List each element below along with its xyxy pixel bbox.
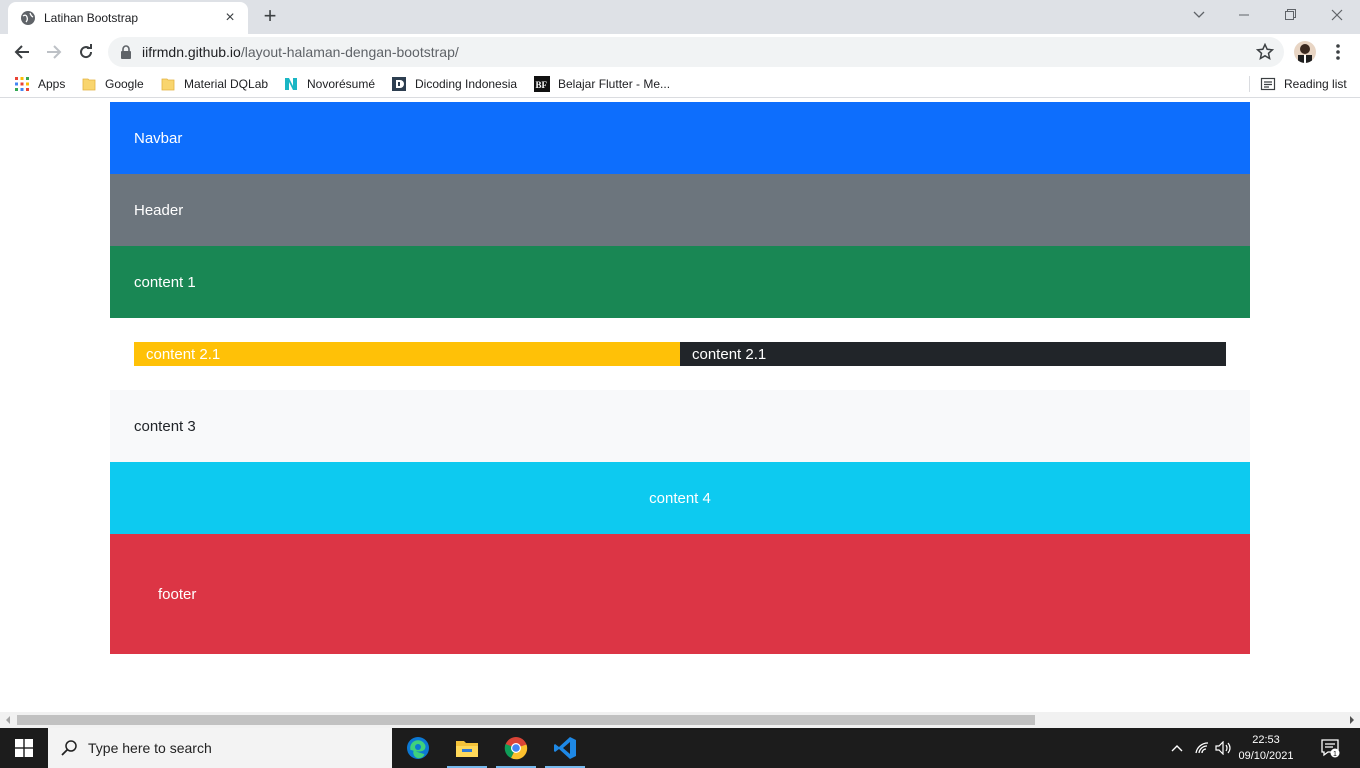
header-label: Header (134, 201, 184, 219)
bookmark-label: Material DQLab (184, 77, 269, 91)
new-tab-button[interactable]: + (258, 5, 282, 29)
bookmark-label: Novorésumé (307, 77, 376, 91)
content-1-label: content 1 (134, 273, 196, 291)
scroll-right-arrow-icon[interactable] (1348, 716, 1356, 724)
vscode-icon (554, 737, 576, 759)
restore-button[interactable] (1268, 0, 1314, 30)
bookmark-label: Dicoding Indonesia (415, 77, 518, 91)
content-2-left-column: content 2.1 (134, 342, 680, 366)
reading-list-button[interactable]: Reading list (1260, 74, 1347, 94)
windows-logo-icon (15, 739, 33, 757)
content-4-section: content 4 (110, 462, 1250, 534)
reload-button[interactable] (74, 40, 98, 64)
volume-button[interactable] (1214, 728, 1234, 768)
taskbar-file-explorer[interactable] (443, 728, 491, 768)
horizontal-scrollbar[interactable] (0, 712, 1360, 728)
taskbar-clock[interactable]: 22:53 09/10/2021 (1236, 732, 1296, 764)
svg-text:BF: BF (536, 80, 548, 90)
tab-search-icon[interactable] (1176, 0, 1222, 30)
search-icon (61, 740, 77, 756)
clock-time: 22:53 (1252, 734, 1280, 746)
scroll-left-arrow-icon[interactable] (4, 716, 12, 724)
tab-strip: Latihan Bootstrap × + (0, 0, 1360, 34)
address-bar[interactable]: iifrmdn.github.io/layout-halaman-dengan-… (108, 37, 1284, 67)
footer-section: footer (110, 534, 1250, 654)
url-host: iifrmdn.github.io (142, 44, 241, 60)
reading-list-label: Reading list (1284, 77, 1347, 91)
apps-grid-icon (15, 77, 29, 91)
forward-button[interactable] (42, 40, 66, 64)
show-hidden-icons-button[interactable] (1166, 728, 1188, 768)
content-3-section: content 3 (110, 390, 1250, 462)
taskbar-search-box[interactable]: Type here to search (48, 728, 392, 768)
content-4-label: content 4 (649, 489, 711, 507)
tab-title: Latihan Bootstrap (44, 11, 139, 25)
bookmark-google[interactable]: Google (81, 74, 144, 94)
bookmark-apps[interactable]: Apps (14, 74, 65, 94)
taskbar-chrome[interactable] (492, 728, 540, 768)
bookmark-star-icon[interactable] (1256, 43, 1274, 61)
content-2-right-label: content 2.1 (692, 345, 767, 363)
dicoding-icon (392, 77, 406, 91)
bookmark-novoresume[interactable]: Novorésumé (283, 74, 375, 94)
content-2-right-column: content 2.1 (680, 342, 1226, 366)
browser-toolbar: iifrmdn.github.io/layout-halaman-dengan-… (0, 34, 1360, 70)
clock-date: 09/10/2021 (1238, 750, 1294, 762)
folder-icon (456, 741, 478, 757)
back-button[interactable] (10, 40, 34, 64)
speaker-icon (1215, 741, 1231, 755)
footer-label: footer (158, 585, 197, 603)
taskbar: Type here to search 22:53 09/10/2021 1 (0, 728, 1360, 768)
reading-list-icon (1260, 77, 1276, 91)
header-section: Header (110, 174, 1250, 246)
notification-icon: 1 (1321, 739, 1340, 758)
search-placeholder: Type here to search (88, 740, 212, 756)
content-3-label: content 3 (134, 417, 196, 435)
content-1-section: content 1 (110, 246, 1250, 318)
bookmark-label: Google (105, 77, 144, 91)
bookmark-label: Belajar Flutter - Me... (558, 77, 671, 91)
close-tab-icon[interactable]: × (222, 10, 238, 26)
lock-icon[interactable] (120, 45, 132, 59)
network-button[interactable] (1192, 728, 1212, 768)
bookmarks-separator (1249, 76, 1250, 92)
profile-avatar[interactable] (1294, 41, 1316, 63)
url-text[interactable]: iifrmdn.github.io/layout-halaman-dengan-… (142, 44, 1256, 60)
chrome-icon (504, 737, 528, 760)
taskbar-edge[interactable] (394, 728, 442, 768)
bookmark-dicoding[interactable]: Dicoding Indonesia (391, 74, 517, 94)
bookmarks-bar: Apps Google Material DQLab Novorésumé Di… (0, 70, 1360, 98)
browser-tab[interactable]: Latihan Bootstrap × (8, 2, 248, 34)
navbar-label: Navbar (134, 129, 183, 147)
action-center-button[interactable]: 1 (1316, 728, 1344, 768)
edge-icon (407, 737, 429, 759)
bookmark-label: Apps (38, 77, 66, 91)
scrollbar-thumb[interactable] (17, 715, 1035, 725)
start-button[interactable] (0, 728, 48, 768)
folder-icon (161, 78, 175, 91)
bookmark-material-dqlab[interactable]: Material DQLab (160, 74, 268, 94)
novoresume-icon (285, 78, 297, 90)
globe-icon (21, 11, 35, 25)
content-2-row: content 2.1 content 2.1 (110, 318, 1250, 390)
page-viewport: Navbar Header content 1 content 2.1 cont… (0, 98, 1360, 712)
more-menu-icon[interactable] (1330, 42, 1346, 62)
bookmark-belajar-flutter[interactable]: BF Belajar Flutter - Me... (534, 74, 670, 94)
navbar-section: Navbar (110, 102, 1250, 174)
content-2-left-label: content 2.1 (146, 345, 221, 363)
bf-icon: BF (534, 76, 550, 92)
folder-icon (82, 78, 96, 91)
url-path: /layout-halaman-dengan-bootstrap/ (240, 44, 459, 60)
taskbar-vscode[interactable] (541, 728, 589, 768)
wifi-icon (1195, 742, 1209, 754)
close-window-button[interactable] (1314, 0, 1360, 30)
page-container: Navbar Header content 1 content 2.1 cont… (110, 102, 1250, 654)
notification-count: 1 (1333, 751, 1337, 758)
chevron-up-icon (1171, 745, 1183, 752)
minimize-button[interactable] (1222, 0, 1268, 30)
